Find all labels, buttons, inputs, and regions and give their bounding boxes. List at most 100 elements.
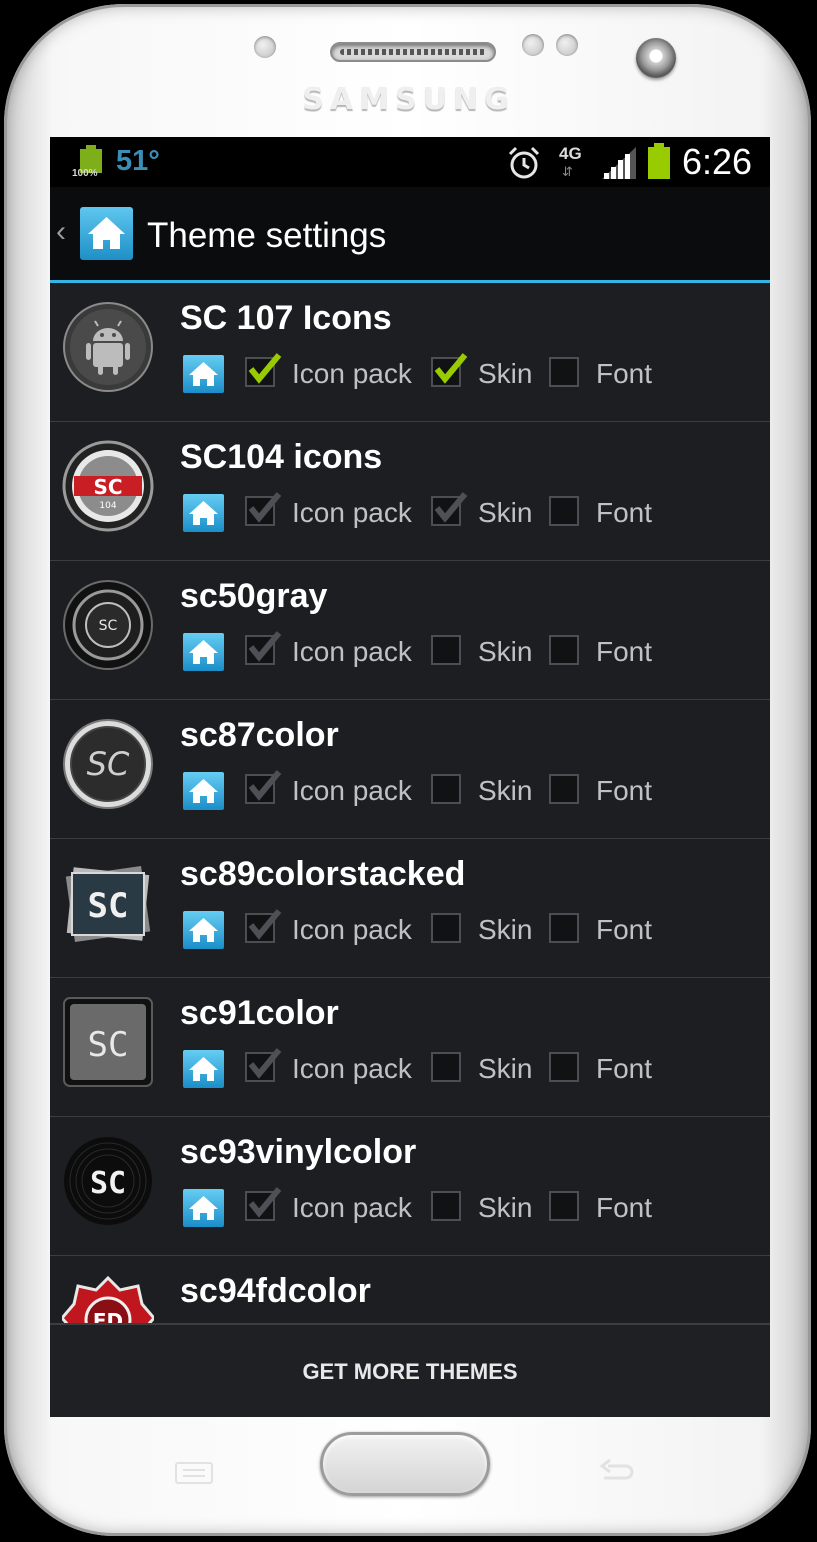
icon-pack-label: Icon pack [292, 636, 412, 667]
font-label: Font [596, 1053, 653, 1084]
skin-checkbox[interactable] [431, 635, 461, 665]
font-checkbox[interactable] [549, 913, 579, 943]
list-item[interactable]: SC 104 SC104 icons Icon pack Skin Font [50, 422, 770, 561]
svg-text:SC: SC [88, 886, 129, 926]
skin-checkbox[interactable] [431, 913, 461, 943]
font-label: Font [596, 358, 653, 389]
sc50gray-logo-icon: SC [63, 580, 153, 670]
get-more-themes-button[interactable]: GET MORE THEMES [50, 1325, 770, 1417]
font-checkbox[interactable] [549, 635, 579, 665]
apply-home-button[interactable] [183, 911, 224, 949]
apply-home-button[interactable] [183, 772, 224, 810]
font-checkbox[interactable] [549, 774, 579, 804]
theme-name: sc94fdcolor [180, 1272, 371, 1310]
sc93vinylcolor-logo-icon: SC [64, 1137, 152, 1225]
battery-widget-percent: 100% [72, 168, 98, 179]
skin-checkbox[interactable] [431, 1191, 461, 1221]
apply-home-button[interactable] [183, 1050, 224, 1088]
font-checkbox[interactable] [549, 496, 579, 526]
theme-name: sc50gray [180, 577, 328, 615]
menu-key-icon[interactable] [175, 1462, 213, 1484]
svg-text:SC: SC [88, 1025, 129, 1065]
light-sensor-2 [556, 34, 578, 56]
footer-bar: GET MORE THEMES [50, 1323, 770, 1417]
sc87color-logo-icon: SC [63, 719, 153, 809]
icon-pack-checkbox[interactable] [245, 770, 282, 804]
proximity-sensor [254, 36, 276, 58]
svg-text:SC: SC [90, 1166, 126, 1201]
sc91color-logo-icon: SC [63, 997, 153, 1087]
skin-label: Skin [478, 497, 533, 528]
clock: 6:26 [682, 141, 753, 182]
alarm-clock-icon [508, 146, 540, 179]
temperature: 51° [116, 145, 160, 177]
font-checkbox[interactable] [549, 1191, 579, 1221]
font-label: Font [596, 914, 653, 945]
signal-strength-icon [602, 147, 636, 179]
icon-pack-label: Icon pack [292, 914, 412, 945]
page-title: Theme settings [147, 216, 387, 255]
sc89colorstacked-logo-icon: SC [65, 866, 151, 942]
skin-label: Skin [478, 636, 533, 667]
icon-pack-checkbox[interactable] [245, 353, 282, 387]
network-type: 4G [559, 144, 582, 163]
front-camera [636, 38, 676, 78]
app-home-icon[interactable] [80, 207, 133, 260]
brand-logo: SAMSUNG [302, 82, 515, 117]
skin-label: Skin [478, 1192, 533, 1223]
skin-label: Skin [478, 914, 533, 945]
theme-name: sc91color [180, 994, 339, 1032]
data-activity-icon: ⇵ [562, 164, 573, 179]
svg-text:SC: SC [93, 475, 122, 499]
icon-pack-checkbox[interactable] [245, 631, 282, 665]
icon-pack-checkbox[interactable] [245, 1187, 282, 1221]
font-label: Font [596, 636, 653, 667]
list-item[interactable]: SC sc93vinylcolor Icon pack Skin Font [50, 1117, 770, 1256]
theme-list[interactable]: SC 107 Icons Icon pack Skin Font SC 104 … [50, 283, 770, 1395]
font-label: Font [596, 775, 653, 806]
svg-text:SC: SC [87, 745, 130, 783]
list-item[interactable]: SC sc89colorstacked Icon pack Skin Font [50, 839, 770, 978]
skin-checkbox[interactable] [431, 353, 468, 387]
icon-pack-label: Icon pack [292, 775, 412, 806]
earpiece-speaker [330, 42, 496, 62]
back-key-icon[interactable] [598, 1458, 636, 1486]
battery-icon [648, 143, 670, 179]
list-item[interactable]: SC sc91color Icon pack Skin Font [50, 978, 770, 1117]
icon-pack-label: Icon pack [292, 1192, 412, 1223]
font-checkbox[interactable] [549, 357, 579, 387]
theme-name: sc89colorstacked [180, 855, 466, 893]
font-checkbox[interactable] [549, 1052, 579, 1082]
font-label: Font [596, 1192, 653, 1223]
theme-name: sc87color [180, 716, 339, 754]
theme-name: SC 107 Icons [180, 299, 392, 337]
svg-text:SC: SC [99, 618, 118, 634]
apply-home-button[interactable] [183, 633, 224, 671]
home-key-button[interactable] [320, 1432, 490, 1496]
icon-pack-checkbox[interactable] [245, 909, 282, 943]
list-item[interactable]: SC 107 Icons Icon pack Skin Font [50, 283, 770, 422]
theme-name: sc93vinylcolor [180, 1133, 417, 1171]
list-item[interactable]: SC sc87color Icon pack Skin Font [50, 700, 770, 839]
theme-name: SC104 icons [180, 438, 383, 476]
light-sensor [522, 34, 544, 56]
icon-pack-label: Icon pack [292, 1053, 412, 1084]
skin-checkbox[interactable] [431, 492, 468, 526]
sc104-logo-icon: SC 104 [62, 440, 154, 532]
skin-label: Skin [478, 358, 533, 389]
icon-pack-checkbox[interactable] [245, 492, 282, 526]
skin-checkbox[interactable] [431, 774, 461, 804]
list-item[interactable]: SC sc50gray Icon pack Skin Font [50, 561, 770, 700]
android-round-icon [63, 302, 153, 392]
back-chevron-icon[interactable]: ‹ [56, 215, 66, 249]
apply-home-button[interactable] [183, 1189, 224, 1227]
icon-pack-checkbox[interactable] [245, 1048, 282, 1082]
skin-checkbox[interactable] [431, 1052, 461, 1082]
svg-text:104: 104 [99, 501, 116, 511]
skin-label: Skin [478, 775, 533, 806]
apply-home-button[interactable] [183, 494, 224, 532]
apply-home-button[interactable] [183, 355, 224, 393]
icon-pack-label: Icon pack [292, 497, 412, 528]
font-label: Font [596, 497, 653, 528]
action-bar[interactable]: ‹ Theme settings [50, 187, 770, 283]
